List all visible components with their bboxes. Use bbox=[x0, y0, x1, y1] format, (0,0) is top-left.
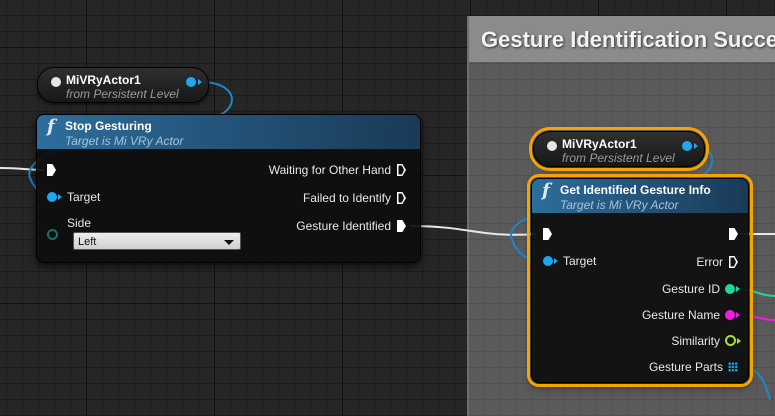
gesture-id-arrow-icon bbox=[736, 286, 740, 292]
output-error-label: Error bbox=[696, 255, 723, 269]
node-header: f Get Identified Gesture Info Target is … bbox=[532, 179, 748, 213]
side-dropdown[interactable]: Left bbox=[73, 232, 241, 250]
variable-subtitle: from Persistent Level bbox=[66, 87, 179, 101]
target-pin[interactable] bbox=[543, 256, 553, 266]
actor-dot-icon bbox=[51, 77, 61, 87]
object-output-pin[interactable] bbox=[186, 77, 202, 87]
actor-dot-icon bbox=[547, 141, 557, 151]
node-title: Get Identified Gesture Info bbox=[560, 183, 711, 197]
gesture-name-pin[interactable] bbox=[725, 310, 735, 320]
output-waiting-label: Waiting for Other Hand bbox=[268, 163, 391, 177]
chevron-down-icon bbox=[224, 240, 234, 245]
exec-wire-gesture-identified bbox=[409, 225, 537, 236]
gesture-id-pin[interactable] bbox=[725, 284, 735, 294]
target-label: Target bbox=[67, 190, 101, 204]
target-pin[interactable] bbox=[47, 192, 57, 202]
node-header: f Stop Gesturing Target is Mi VRy Actor bbox=[37, 115, 420, 149]
similarity-pin[interactable] bbox=[725, 335, 736, 346]
output-gesture-name-label: Gesture Name bbox=[641, 308, 720, 322]
output-gesture-parts-label: Gesture Parts bbox=[648, 360, 723, 374]
target-label: Target bbox=[563, 254, 597, 268]
output-identified-label: Gesture Identified bbox=[296, 219, 391, 233]
node-subtitle: Target is Mi VRy Actor bbox=[560, 198, 679, 212]
output-gesture-id-label: Gesture ID bbox=[661, 282, 720, 296]
side-label: Side bbox=[67, 216, 92, 230]
node-subtitle: Target is Mi VRy Actor bbox=[65, 134, 184, 148]
similarity-arrow-icon bbox=[737, 338, 741, 344]
variable-node-mivryactor-left[interactable]: MiVRyActor1 from Persistent Level bbox=[37, 67, 209, 103]
variable-name: MiVRyActor1 bbox=[562, 137, 637, 151]
variable-name: MiVRyActor1 bbox=[66, 73, 141, 87]
target-pin-arrow-icon bbox=[554, 258, 558, 264]
gesture-parts-array-icon[interactable] bbox=[728, 362, 738, 372]
target-pin-arrow-icon bbox=[58, 194, 62, 200]
gesture-name-arrow-icon bbox=[736, 312, 740, 318]
node-title: Stop Gesturing bbox=[65, 119, 152, 133]
output-failed-label: Failed to Identify bbox=[302, 191, 391, 205]
side-dropdown-value: Left bbox=[78, 236, 97, 248]
side-pin[interactable] bbox=[47, 229, 58, 240]
function-icon: f bbox=[542, 180, 550, 201]
output-similarity-label: Similarity bbox=[671, 334, 720, 348]
function-icon: f bbox=[47, 116, 55, 137]
variable-subtitle: from Persistent Level bbox=[562, 151, 675, 165]
get-identified-gesture-info-node[interactable]: f Get Identified Gesture Info Target is … bbox=[527, 174, 753, 387]
object-output-pin[interactable] bbox=[682, 141, 698, 151]
variable-node-mivryactor-right[interactable]: MiVRyActor1 from Persistent Level bbox=[529, 127, 709, 171]
